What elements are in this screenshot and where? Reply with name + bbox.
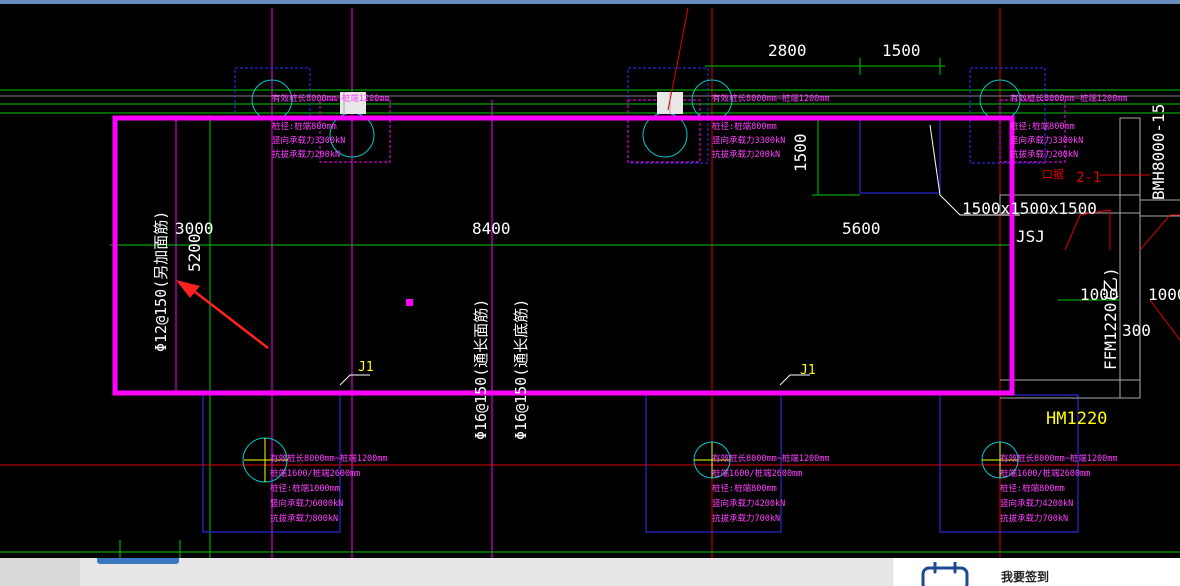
pile-annotations: 有效桩长8000mm~桩端1200mm 桩径:桩端800mm 竖向承载力3300kN… — [270, 93, 1128, 524]
pile-note-top-mid-line: 有效桩长8000mm~桩端1200mm — [712, 93, 830, 104]
bmh-label: BMH8000-15 — [1149, 104, 1168, 200]
fm1220-label: FFM1220(乙) — [1101, 267, 1120, 370]
dim-1000-b: 1000 — [1148, 285, 1180, 304]
red-arrow-annotation — [176, 280, 269, 349]
pile-note-bottom-mid-line: 有效桩长8000mm~桩端1200mm — [712, 453, 830, 464]
pile-note-top-right-line: 抗拔承载力200kN — [1010, 149, 1078, 160]
dim-1500-vertical: 1500 — [791, 133, 810, 172]
calendar-icon[interactable] — [921, 562, 969, 586]
leader-lines — [339, 124, 1020, 386]
pile-note-top-left-line: 有效桩长8000mm~桩端1200mm — [272, 93, 390, 104]
dim-5600: 5600 — [842, 219, 881, 238]
pile-note-top-right-line: 竖向承载力3300kN — [1010, 135, 1083, 146]
pile-note-bottom-left-line: 有效桩长8000mm~桩端1200mm — [270, 453, 388, 464]
pile-note-top-left-line: 桩径:桩端800mm — [272, 121, 337, 132]
dim-2800: 2800 — [768, 41, 807, 60]
pile-note-bottom-left-line: 抗拔承载力800kN — [270, 513, 338, 524]
column-outlines — [319, 99, 1066, 163]
pile-note-bottom-right-line: 桩径:桩端800mm — [1000, 483, 1065, 494]
taskbar: 我要签到 — [0, 558, 1180, 586]
selection-marker — [406, 299, 413, 306]
signin-panel[interactable]: 我要签到 — [892, 558, 1180, 586]
red-small-label: 口据 — [1042, 167, 1064, 181]
pile-note-bottom-mid-line: 桩端1600/桩端2600mm — [712, 468, 802, 479]
j1-labels: J1 J1 — [358, 360, 816, 378]
pile-note-top-mid-line: 抗拔承载力200kN — [712, 149, 780, 160]
cad-drawing-canvas[interactable]: 2800 1500 3000 8400 5600 1000 1000 300 1… — [0, 0, 1180, 586]
jsj-label: JSJ — [1016, 227, 1045, 246]
pile-note-bottom-mid-line: 竖向承载力4200kN — [712, 498, 785, 509]
pile-note-top-mid-line: 桩径:桩端800mm — [712, 121, 777, 132]
pile-note-top-left-line: 抗拔承载力200kN — [272, 149, 340, 160]
rebar-top-long-label: Φ16@150(通长面筋) — [472, 299, 490, 440]
pile-note-top-right-line: 桩径:桩端800mm — [1010, 121, 1075, 132]
pile-note-bottom-right-line: 抗拔承载力700kN — [1000, 513, 1068, 524]
pile-note-bottom-right-line: 有效桩长8000mm~桩端1200mm — [1000, 453, 1118, 464]
pile-note-top-left-line: 竖向承载力3300kN — [272, 135, 345, 146]
rebar-bottom-long-label: Φ16@150(通长底筋) — [512, 299, 530, 440]
hm1220-label: HM1220 — [1046, 409, 1107, 429]
dim-300: 300 — [1122, 321, 1151, 340]
pile-circles — [242, 79, 1021, 483]
taskbar-left-panel — [0, 558, 80, 586]
dim-5200: 5200 — [185, 233, 204, 272]
selection-rectangle[interactable] — [112, 115, 1015, 396]
taskbar-document-area — [80, 558, 892, 586]
pile-note-bottom-mid-line: 抗拔承载力700kN — [712, 513, 780, 524]
dim-1500-top: 1500 — [882, 41, 921, 60]
section-label: 2-1 — [1076, 170, 1101, 186]
rebar-left-label: Φ12@150(另加面筋) — [152, 211, 170, 352]
pile-note-bottom-left-line: 竖向承载力6000kN — [270, 498, 343, 509]
pile-note-bottom-right-line: 竖向承载力4200kN — [1000, 498, 1073, 509]
active-tab-indicator[interactable] — [97, 558, 179, 564]
pile-note-top-mid-line: 竖向承载力3300kN — [712, 135, 785, 146]
column-blocks — [340, 92, 683, 114]
j1-right-label: J1 — [800, 363, 816, 378]
pile-note-top-right-line: 有效桩长8000mm~桩端1200mm — [1010, 93, 1128, 104]
dim-8400: 8400 — [472, 219, 511, 238]
pile-note-bottom-right-line: 桩端1600/桩端2600mm — [1000, 468, 1090, 479]
pile-note-bottom-mid-line: 桩径:桩端800mm — [712, 483, 777, 494]
pile-note-bottom-left-line: 桩端1600/桩端2600mm — [270, 468, 360, 479]
signin-label[interactable]: 我要签到 — [1001, 568, 1049, 585]
pit-size-label: 1500x1500x1500 — [962, 199, 1097, 218]
j1-left-label: J1 — [358, 360, 374, 375]
pile-note-bottom-left-line: 桩径:桩端1000mm — [270, 483, 340, 494]
